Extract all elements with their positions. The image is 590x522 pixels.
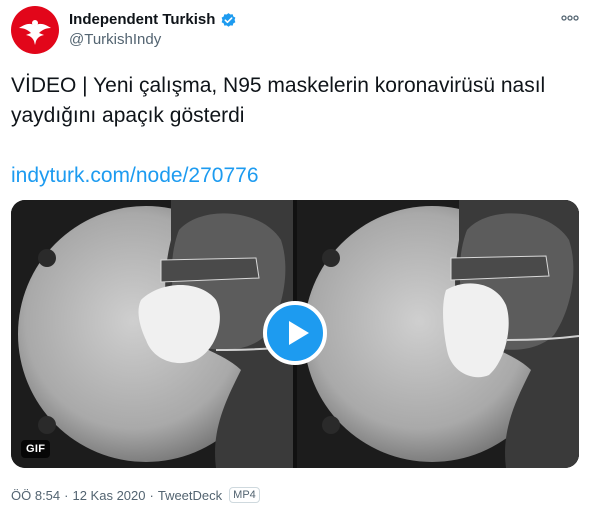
eagle-logo-icon (19, 20, 51, 45)
tweet-text: VİDEO | Yeni çalışma, N95 maskelerin kor… (11, 74, 546, 127)
more-options-icon[interactable] (558, 10, 582, 26)
play-icon (289, 321, 309, 345)
author-name[interactable]: Independent Turkish (69, 11, 215, 28)
tweet-time[interactable]: ÖÖ 8:54 (11, 488, 60, 503)
format-badge: MP4 (229, 487, 260, 503)
meta-separator: · (64, 487, 69, 503)
meta-separator: · (149, 487, 154, 503)
tweet-date[interactable]: 12 Kas 2020 (72, 488, 145, 503)
play-button[interactable] (263, 301, 327, 365)
avatar[interactable] (11, 6, 59, 54)
source-app[interactable]: TweetDeck (158, 488, 222, 503)
tweet-metadata: ÖÖ 8:54 · 12 Kas 2020 · TweetDeck MP4 (11, 487, 260, 503)
author-handle[interactable]: @TurkishIndy (69, 31, 161, 48)
tweet-card: Independent Turkish @TurkishIndy VİDEO |… (0, 0, 590, 522)
tweet-link[interactable]: indyturk.com/node/270776 (11, 161, 259, 191)
gif-badge: GIF (21, 440, 51, 458)
verified-badge-icon (221, 13, 236, 27)
